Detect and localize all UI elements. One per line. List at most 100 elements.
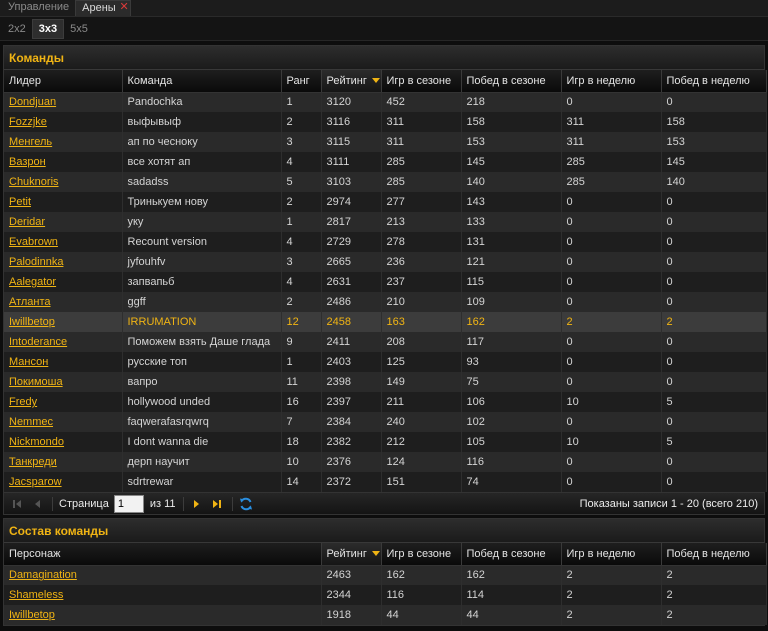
table-cell: jyfouhfv [122, 252, 282, 272]
table-cell: 311 [561, 132, 662, 152]
refresh-icon[interactable] [239, 497, 253, 511]
table-row[interactable]: Покимоша вапро 11 2398 149 75 0 0 [4, 372, 767, 392]
col-rating[interactable]: Рейтинг [321, 70, 382, 93]
table-cell: 14 [281, 472, 322, 492]
row-link[interactable]: Nemmec [9, 416, 53, 428]
table-row[interactable]: Dondjuan Pandochka 1 3120 452 218 0 0 [4, 92, 767, 112]
table-row[interactable]: Nickmondo I dont wanna die 18 2382 212 105 10 5 [4, 432, 767, 452]
row-link[interactable]: Мансон [9, 356, 48, 368]
close-icon[interactable]: ✕ [120, 0, 129, 15]
table-cell: Iwillbetop [4, 605, 322, 625]
row-link[interactable]: Aalegator [9, 276, 56, 288]
table-cell: 0 [561, 92, 662, 112]
row-link[interactable]: Fredy [9, 396, 37, 408]
table-cell: Танкреди [4, 452, 123, 472]
table-cell: 153 [661, 132, 767, 152]
row-link[interactable]: Покимоша [9, 376, 63, 388]
table-cell: 140 [461, 172, 562, 192]
table-cell: вапро [122, 372, 282, 392]
table-cell: 102 [461, 412, 562, 432]
col-char-season-games[interactable]: Игр в сезоне [381, 543, 462, 566]
next-page-icon[interactable] [190, 497, 204, 511]
last-page-icon[interactable] [210, 497, 224, 511]
col-char-week-games[interactable]: Игр в неделю [561, 543, 662, 566]
col-leader[interactable]: Лидер [4, 70, 123, 93]
table-cell: 0 [661, 92, 767, 112]
table-cell: 162 [461, 565, 562, 585]
table-cell: 2372 [321, 472, 382, 492]
table-cell: 143 [461, 192, 562, 212]
table-row[interactable]: Deridar уку 1 2817 213 133 0 0 [4, 212, 767, 232]
col-week-wins[interactable]: Побед в неделю [661, 70, 767, 93]
row-link[interactable]: Танкреди [9, 456, 57, 468]
row-link[interactable]: Deridar [9, 216, 45, 228]
page-number-input[interactable] [113, 494, 144, 513]
table-cell: 0 [661, 212, 767, 232]
prev-page-icon[interactable] [30, 497, 44, 511]
row-link[interactable]: Iwillbetop [9, 609, 55, 621]
table-row[interactable]: Атланта ggff 2 2486 210 109 0 0 [4, 292, 767, 312]
table-row[interactable]: Мансон русские топ 1 2403 125 93 0 0 [4, 352, 767, 372]
col-season-games[interactable]: Игр в сезоне [381, 70, 462, 93]
row-link[interactable]: Dondjuan [9, 96, 56, 108]
row-link[interactable]: Evabrown [9, 236, 58, 248]
table-cell: 0 [661, 232, 767, 252]
row-link[interactable]: Shameless [9, 589, 63, 601]
row-link[interactable]: Fozzjke [9, 116, 47, 128]
table-cell: 0 [661, 372, 767, 392]
row-link[interactable]: Intoderance [9, 336, 67, 348]
table-row[interactable]: Вазрон все хотят ап 4 3111 285 145 285 145 [4, 152, 767, 172]
table-cell: 2458 [321, 312, 382, 332]
table-cell: 211 [381, 392, 462, 412]
table-row[interactable]: Evabrown Recount version 4 2729 278 131 0 0 [4, 232, 767, 252]
col-char-rating[interactable]: Рейтинг [321, 543, 382, 566]
tab-2x2[interactable]: 2x2 [2, 19, 32, 39]
table-row[interactable]: Palodinnka jyfouhfv 3 2665 236 121 0 0 [4, 252, 767, 272]
table-row[interactable]: Менгель ап по чесноку 3 3115 311 153 311 153 [4, 132, 767, 152]
table-row[interactable]: Damagination 2463 162 162 2 2 [4, 565, 767, 585]
col-week-games[interactable]: Игр в неделю [561, 70, 662, 93]
row-link[interactable]: Iwillbetop [9, 316, 55, 328]
table-row[interactable]: Chuknoris sadadss 5 3103 285 140 285 140 [4, 172, 767, 192]
table-row[interactable]: Jacsparow sdrtrewar 14 2372 151 74 0 0 [4, 472, 767, 492]
table-cell: Мансон [4, 352, 123, 372]
table-row[interactable]: Intoderance Поможем взять Даше глада 9 2411… [4, 332, 767, 352]
tab-management[interactable]: Управление [2, 0, 75, 16]
table-cell: 10 [281, 452, 322, 472]
table-row[interactable]: Iwillbetop IRRUMATION 12 2458 163 162 2 2 [4, 312, 767, 332]
row-link[interactable]: Менгель [9, 136, 52, 148]
tab-3x3[interactable]: 3x3 [31, 18, 65, 39]
col-team[interactable]: Команда [122, 70, 282, 93]
table-cell: 210 [381, 292, 462, 312]
row-link[interactable]: Атланта [9, 296, 51, 308]
table-row[interactable]: Petit Тринькуем нову 2 2974 277 143 0 0 [4, 192, 767, 212]
tab-5x5[interactable]: 5x5 [64, 19, 94, 39]
table-row[interactable]: Nemmec faqwerafasrqwrq 7 2384 240 102 0 0 [4, 412, 767, 432]
col-char-week-wins[interactable]: Побед в неделю [661, 543, 767, 566]
table-cell: 208 [381, 332, 462, 352]
row-link[interactable]: Вазрон [9, 156, 46, 168]
table-row[interactable]: Iwillbetop 1918 44 44 2 2 [4, 605, 767, 625]
row-link[interactable]: Jacsparow [9, 476, 62, 488]
table-cell: 2631 [321, 272, 382, 292]
row-link[interactable]: Chuknoris [9, 176, 59, 188]
table-row[interactable]: Shameless 2344 116 114 2 2 [4, 585, 767, 605]
row-link[interactable]: Damagination [9, 569, 77, 581]
col-character[interactable]: Персонаж [4, 543, 322, 566]
table-cell: Chuknoris [4, 172, 123, 192]
first-page-icon[interactable] [10, 497, 24, 511]
row-link[interactable]: Petit [9, 196, 31, 208]
table-row[interactable]: Fredy hollywood unded 16 2397 211 106 10 5 [4, 392, 767, 412]
col-rank[interactable]: Ранг [281, 70, 322, 93]
row-link[interactable]: Palodinnka [9, 256, 63, 268]
table-cell: 11 [281, 372, 322, 392]
table-cell: 115 [461, 272, 562, 292]
row-link[interactable]: Nickmondo [9, 436, 64, 448]
table-row[interactable]: Танкреди дерп научит 10 2376 124 116 0 0 [4, 452, 767, 472]
col-char-season-wins[interactable]: Побед в сезоне [461, 543, 562, 566]
col-season-wins[interactable]: Побед в сезоне [461, 70, 562, 93]
table-row[interactable]: Fozzjke выфывыф 2 3116 311 158 311 158 [4, 112, 767, 132]
table-cell: IRRUMATION [122, 312, 282, 332]
table-row[interactable]: Aalegator запвапьб 4 2631 237 115 0 0 [4, 272, 767, 292]
tab-arenas[interactable]: Арены ✕ [75, 0, 131, 16]
